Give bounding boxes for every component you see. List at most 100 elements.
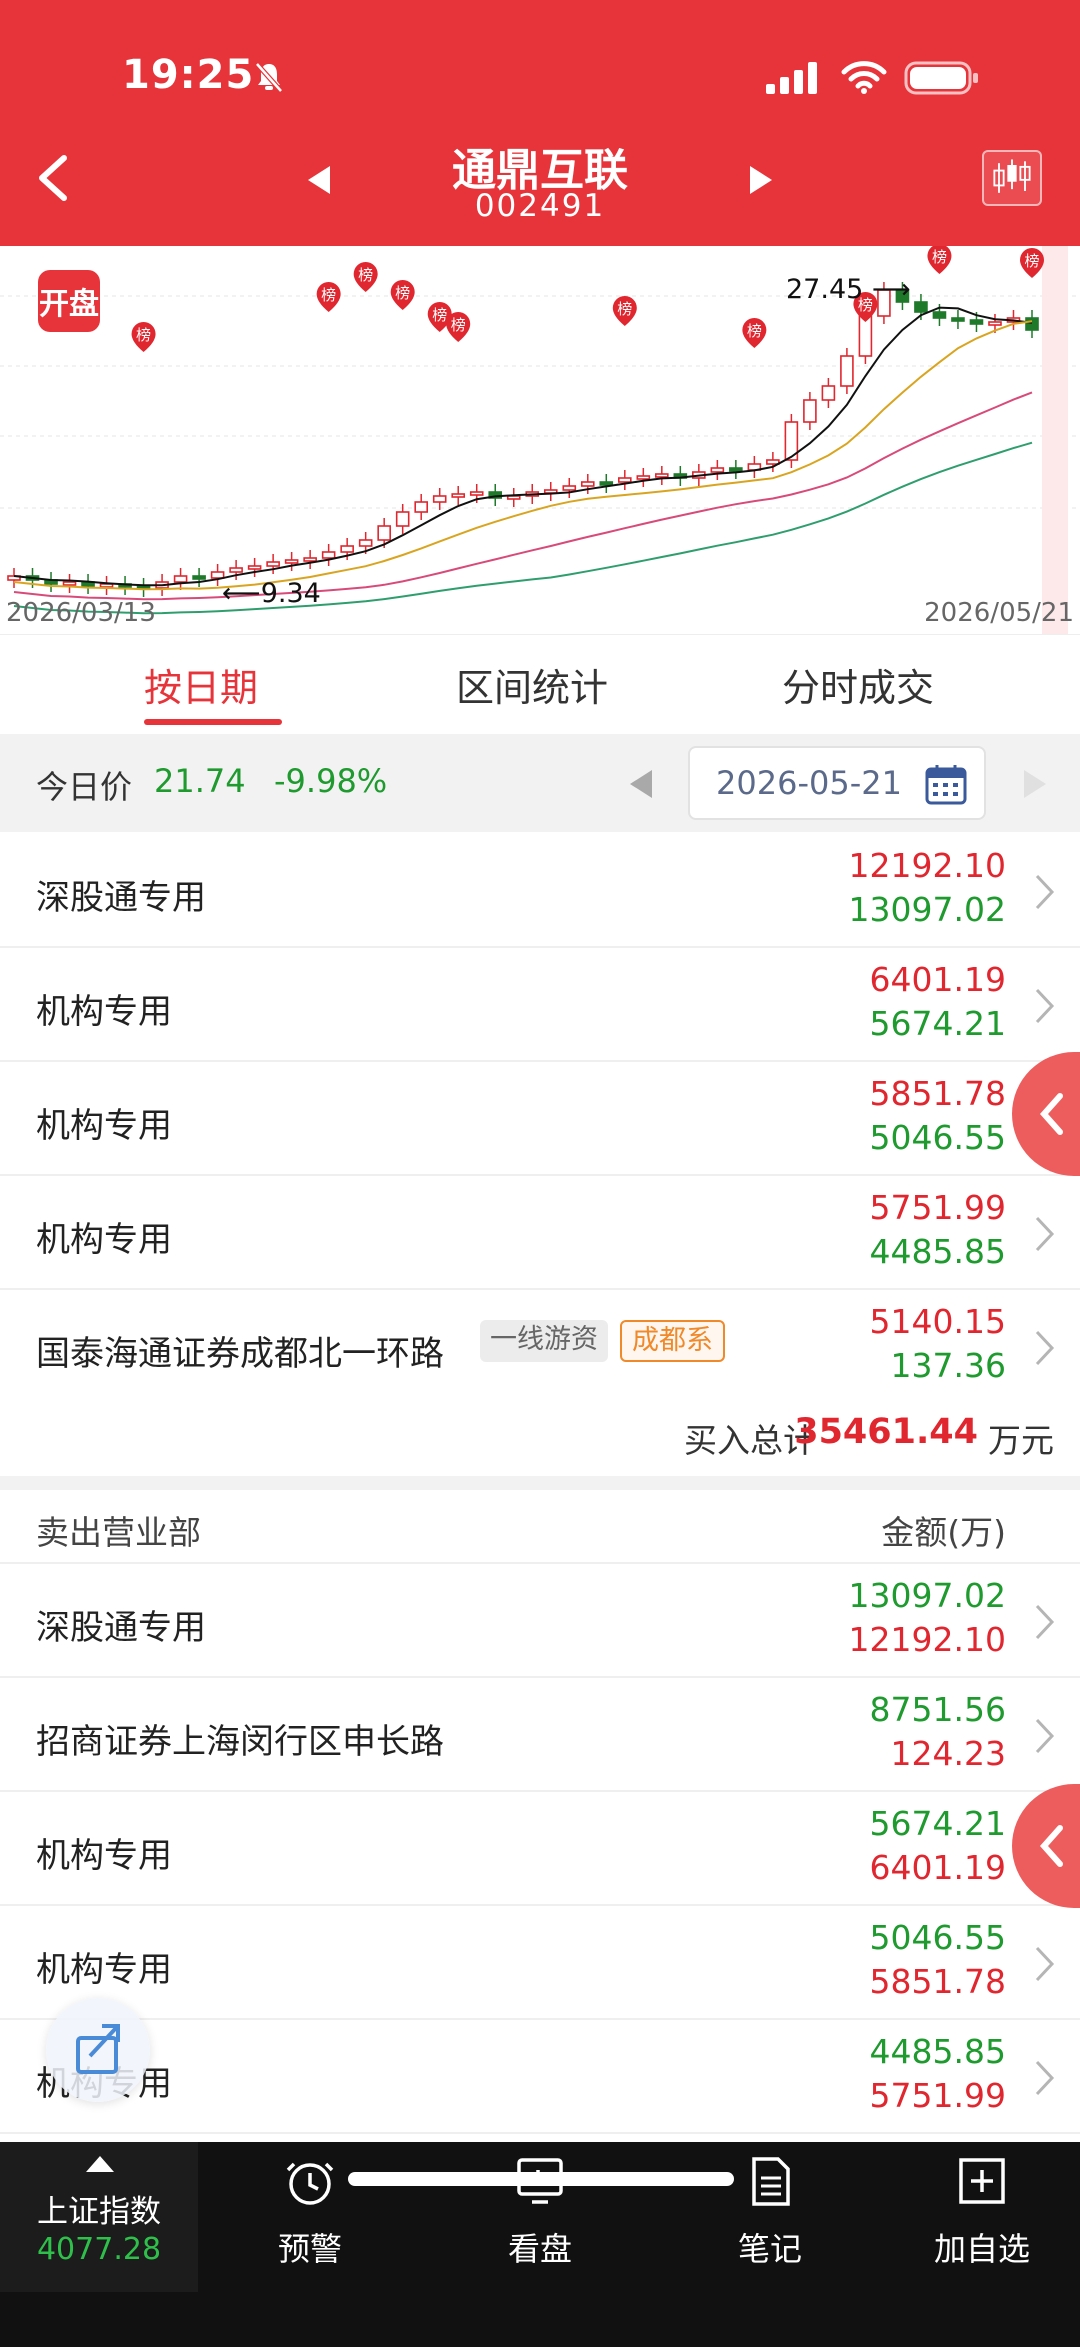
nav-notes-label: 笔记 (737, 2230, 802, 2268)
broker-name: 机构专用 (36, 1220, 172, 1260)
sell-amount: 13097.02 (848, 890, 1006, 929)
chevron-right-icon (1035, 874, 1055, 910)
sell-section-header: 卖出营业部 金额(万) (0, 1490, 1080, 1564)
candle-body (266, 561, 280, 567)
nav-index-shanghai[interactable]: 上证指数 4077.28 (0, 2142, 198, 2292)
status-time: 19:25 (122, 52, 255, 98)
sell-row[interactable]: 深股通专用 13097.02 12192.10 (0, 1564, 1080, 1678)
buy-amount: 6401.19 (869, 960, 1006, 999)
list-marker-label: 榜 (432, 306, 447, 324)
candle-body (617, 477, 632, 483)
candle-body (414, 501, 429, 513)
index-name: 上证指数 (37, 2194, 161, 2230)
today-price-change: -9.98% (274, 762, 388, 800)
list-marker-label: 榜 (395, 284, 410, 302)
sell-amount: 5046.55 (869, 1118, 1006, 1157)
candle-body (729, 467, 743, 472)
list-marker-label: 榜 (932, 248, 947, 266)
chevron-right-icon (1035, 1330, 1055, 1366)
next-stock-icon[interactable] (740, 160, 780, 200)
chart-start-date: 2026/03/13 (6, 598, 156, 628)
tab-bar: 按日期 区间统计 分时成交 (0, 634, 1080, 734)
tab-intraday-trades[interactable]: 分时成交 (782, 657, 934, 712)
sell-row[interactable]: 机构专用 5046.55 5851.78 (0, 1906, 1080, 2020)
candle-body (469, 491, 484, 496)
candle-body (803, 399, 817, 423)
list-marker-label: 榜 (321, 286, 336, 304)
chevron-right-icon (1035, 1604, 1055, 1640)
calendar-icon (925, 765, 967, 805)
buy-row[interactable]: 国泰海通证券成都北一环路 一线游资 成都系 5140.15 137.36 (0, 1290, 1080, 1404)
broker-name: 深股通专用 (36, 878, 206, 918)
share-icon (76, 2024, 120, 2074)
low-arrow: ⟵ (222, 578, 261, 609)
home-indicator[interactable] (348, 2172, 734, 2186)
current-day-highlight (1042, 246, 1068, 634)
note-icon (752, 2157, 790, 2206)
buy-row[interactable]: 机构专用 6401.19 5674.21 (0, 948, 1080, 1062)
candle-body (1025, 317, 1039, 331)
list-marker-label: 榜 (1024, 252, 1039, 270)
triangle-up-icon (86, 2156, 114, 2172)
tag-chengdu-group[interactable]: 成都系 (620, 1320, 725, 1362)
candle-body (173, 575, 188, 583)
sell-row[interactable]: 机构专用 5674.21 6401.19 (0, 1792, 1080, 1906)
ma10-line (13, 320, 1033, 591)
date-picker[interactable]: 2026-05-21 (688, 746, 986, 820)
candle-body (303, 557, 317, 562)
tab-range-stats[interactable]: 区间统计 (456, 657, 608, 712)
candle-body (451, 493, 466, 498)
low-price-value: 9.34 (260, 578, 321, 609)
wifi-icon (841, 61, 887, 94)
candlestick-icon (993, 159, 1031, 193)
nav-add-watchlist-label: 加自选 (933, 2230, 1030, 2268)
kline-switch-button[interactable] (982, 150, 1042, 206)
chevron-right-icon (1035, 1946, 1055, 1982)
ma20-line (13, 391, 1033, 601)
sell-row[interactable]: 招商证券上海闵行区申长路 8751.56 124.23 (0, 1678, 1080, 1792)
candlestick-chart-canvas: 榜榜榜榜榜榜榜榜榜榜榜 (0, 246, 1080, 634)
broker-name: 招商证券上海闵行区申长路 (36, 1722, 444, 1762)
candle-body (821, 385, 836, 401)
kline-chart[interactable]: 榜榜榜榜榜榜榜榜榜榜榜 开盘 27.45 ⟶ ⟵9.34 2026/03/13 … (0, 246, 1080, 634)
chevron-left-icon (1039, 1825, 1063, 1867)
sell-amount: 5674.21 (869, 1004, 1006, 1043)
sell-row[interactable]: 机构专用 4485.85 5751.99 (0, 2020, 1080, 2134)
candle-body (951, 317, 965, 322)
next-date-icon[interactable] (1016, 764, 1052, 804)
candle-body (562, 485, 577, 491)
sell-amount: 4485.85 (869, 1232, 1006, 1271)
tab-by-date[interactable]: 按日期 (144, 657, 258, 712)
candle-body (229, 567, 243, 573)
today-price-label: 今日价 (36, 768, 133, 806)
chevron-right-icon (1035, 1216, 1055, 1252)
ma5-line (13, 306, 1033, 587)
index-value: 4077.28 (36, 2232, 162, 2267)
buy-row[interactable]: 深股通专用 12192.10 13097.02 (0, 834, 1080, 948)
open-badge[interactable]: 开盘 (38, 270, 100, 332)
high-price-annotation: 27.45 ⟶ (786, 274, 911, 305)
buy-row[interactable]: 机构专用 5751.99 4485.85 (0, 1176, 1080, 1290)
list-marker-label: 榜 (747, 322, 762, 340)
candle-body (580, 481, 595, 487)
selected-date: 2026-05-21 (716, 764, 902, 802)
buy-row[interactable]: 机构专用 5851.78 5046.55 (0, 1062, 1080, 1176)
chevron-right-icon (1035, 1718, 1055, 1754)
buy-amount: 5851.78 (869, 1962, 1006, 2001)
buy-amount: 12192.10 (848, 1620, 1006, 1659)
candle-body (192, 575, 206, 580)
bell-muted-icon (255, 62, 283, 93)
chart-end-date: 2026/05/21 (924, 598, 1074, 628)
share-button[interactable] (46, 1998, 150, 2102)
candle-body (840, 355, 854, 387)
candle-body (358, 539, 373, 547)
chevron-right-icon (1035, 2060, 1055, 2096)
buy-amount: 5751.99 (869, 2076, 1006, 2115)
list-marker-label: 榜 (358, 266, 373, 284)
nav-watch-market-label: 看盘 (507, 2230, 572, 2268)
nav-add-watchlist[interactable]: 加自选 (912, 2156, 1052, 2286)
previous-date-icon[interactable] (624, 764, 660, 804)
candle-body (655, 473, 669, 478)
price-bar: 今日价 21.74 -9.98% 2026-05-21 (0, 734, 1080, 832)
broker-name: 机构专用 (36, 1836, 172, 1876)
